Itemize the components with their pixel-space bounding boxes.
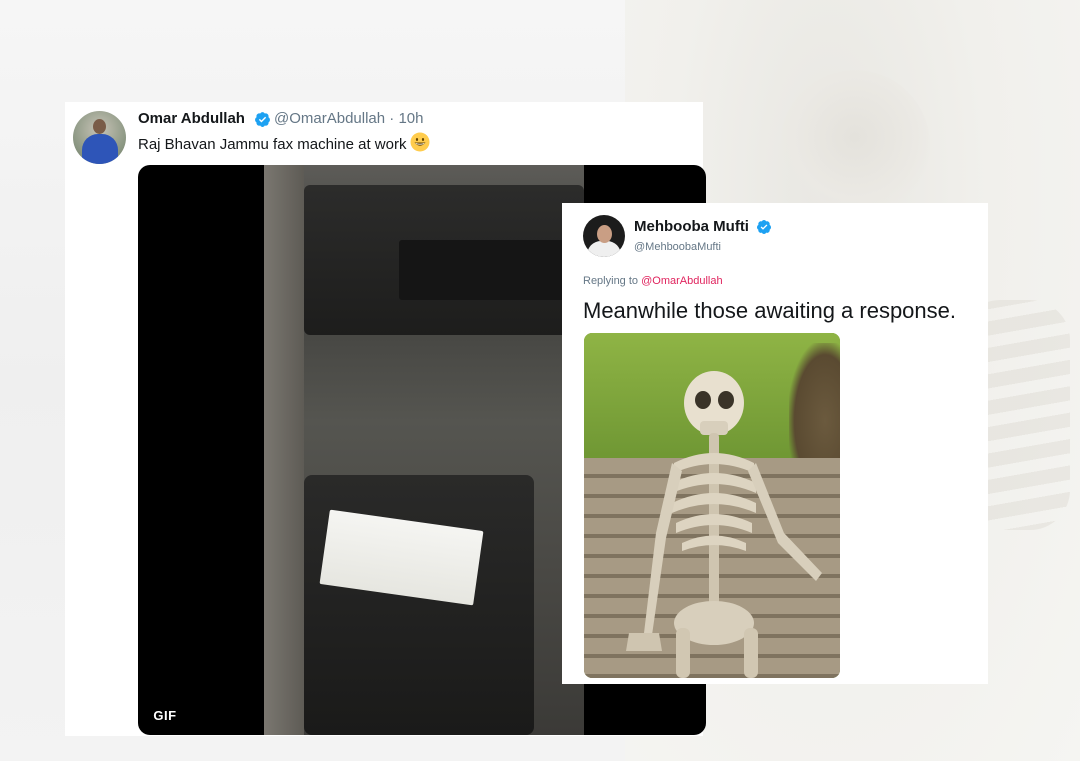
gif-fax-slot — [399, 240, 579, 300]
background-skull — [780, 70, 930, 220]
avatar-head — [93, 119, 106, 134]
tweet-text: Meanwhile those awaiting a response. — [583, 298, 957, 323]
verified-badge-icon — [756, 219, 772, 240]
replying-to-label: Replying to — [583, 275, 642, 287]
handle[interactable]: @MehboobaMufti — [634, 241, 721, 253]
tweet-card-mehbooba[interactable]: Mehbooba Mufti @MehboobaMufti Replying t… — [562, 203, 988, 684]
gif-wall — [264, 165, 304, 735]
gif-fax-machine-top — [304, 185, 584, 335]
tweet-text: Raj Bhavan Jammu fax machine at work — [138, 132, 430, 156]
replying-to-mention-link[interactable]: @OmarAbdullah — [641, 275, 722, 287]
display-name[interactable]: Mehbooba Mufti — [634, 218, 749, 235]
tweet-media-image[interactable] — [584, 333, 840, 678]
grinning-face-emoji-icon — [410, 132, 430, 156]
tweet-text-content: Raj Bhavan Jammu fax machine at work — [138, 136, 407, 153]
avatar-scarf — [587, 241, 621, 257]
skeleton-figure — [626, 371, 822, 678]
gif-frame — [264, 165, 584, 735]
replying-to: Replying to @OmarAbdullah — [583, 275, 723, 287]
avatar[interactable] — [73, 111, 126, 164]
avatar-shirt — [82, 134, 118, 164]
verified-badge-icon — [254, 111, 271, 133]
gif-badge: GIF — [147, 705, 183, 727]
avatar[interactable] — [583, 215, 625, 257]
handle-and-timestamp[interactable]: @OmarAbdullah · 10h — [274, 110, 423, 127]
display-name[interactable]: Omar Abdullah — [138, 110, 245, 127]
avatar-face — [597, 225, 612, 243]
